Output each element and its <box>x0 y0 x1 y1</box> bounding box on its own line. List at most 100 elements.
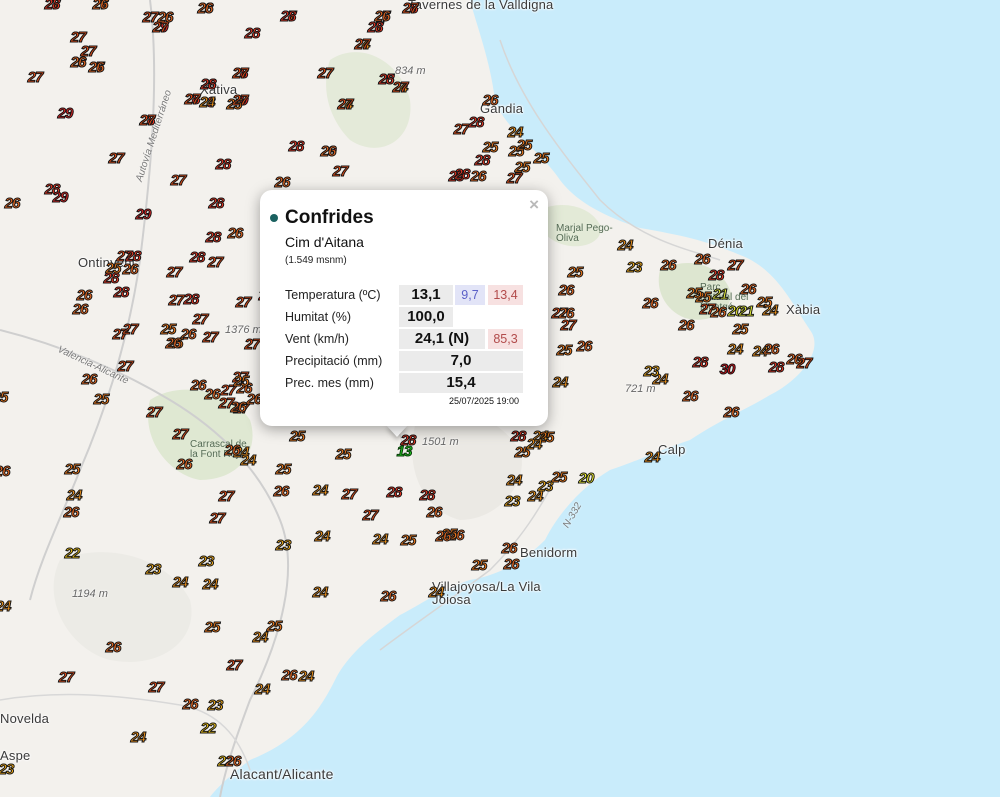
station-temperature-marker[interactable]: 27 <box>349 36 375 54</box>
station-temperature-marker[interactable]: 28 <box>283 138 309 156</box>
selected-station-marker[interactable]: 13 <box>391 443 417 461</box>
station-temperature-marker[interactable]: 25 <box>727 321 753 339</box>
station-temperature-marker[interactable]: 27 <box>147 19 173 37</box>
station-temperature-marker[interactable]: 26 <box>477 92 503 110</box>
station-temperature-marker[interactable]: 27 <box>204 510 230 528</box>
station-temperature-marker[interactable]: 27 <box>22 69 48 87</box>
station-temperature-marker[interactable]: 24 <box>0 598 16 616</box>
station-temperature-marker[interactable]: 27 <box>791 355 817 373</box>
station-temperature-marker[interactable]: 24 <box>423 584 449 602</box>
station-temperature-marker[interactable]: 25 <box>88 391 114 409</box>
station-temperature-marker[interactable]: 26 <box>192 0 218 18</box>
station-temperature-marker[interactable]: 26 <box>268 483 294 501</box>
station-temperature-marker[interactable]: 25 <box>228 373 254 391</box>
station-temperature-marker[interactable]: 25 <box>270 461 296 479</box>
station-temperature-marker[interactable]: 26 <box>219 442 245 460</box>
station-temperature-marker[interactable]: 26 <box>100 639 126 657</box>
station-temperature-marker[interactable]: 25 <box>546 469 572 487</box>
station-temperature-marker[interactable]: 24 <box>61 487 87 505</box>
station-temperature-marker[interactable]: 23 <box>638 363 664 381</box>
station-temperature-marker[interactable]: 24 <box>612 237 638 255</box>
station-temperature-marker[interactable]: 26 <box>58 504 84 522</box>
station-temperature-marker[interactable]: 27 <box>187 311 213 329</box>
station-temperature-marker[interactable]: 26 <box>160 335 186 353</box>
station-temperature-marker[interactable]: 27 <box>357 507 383 525</box>
station-temperature-marker[interactable]: 24 <box>293 668 319 686</box>
station-temperature-marker[interactable]: 26 <box>220 753 246 771</box>
station-temperature-marker[interactable]: 26 <box>0 195 25 213</box>
station-temperature-marker[interactable]: 26 <box>655 257 681 275</box>
station-temperature-marker[interactable]: 26 <box>87 0 113 14</box>
station-temperature-marker[interactable]: 27 <box>117 321 143 339</box>
station-temperature-marker[interactable]: 28 <box>108 284 134 302</box>
station-temperature-marker[interactable]: 24 <box>125 729 151 747</box>
station-temperature-marker[interactable]: 27 <box>722 257 748 275</box>
station-temperature-marker[interactable]: 24 <box>307 584 333 602</box>
station-temperature-marker[interactable]: 24 <box>307 482 333 500</box>
station-temperature-marker[interactable]: 29 <box>47 189 73 207</box>
station-temperature-marker[interactable]: 25 <box>261 618 287 636</box>
station-temperature-marker[interactable]: 26 <box>571 338 597 356</box>
station-temperature-marker[interactable]: 28 <box>203 195 229 213</box>
station-temperature-marker[interactable]: 24 <box>194 94 220 112</box>
station-temperature-marker[interactable]: 20 <box>573 470 599 488</box>
station-temperature-marker[interactable]: 28 <box>362 19 388 37</box>
station-temperature-marker[interactable]: 28 <box>763 359 789 377</box>
station-temperature-marker[interactable]: 23 <box>270 537 296 555</box>
station-temperature-marker[interactable]: 27 <box>227 92 253 110</box>
station-temperature-marker[interactable]: 28 <box>463 114 489 132</box>
station-temperature-marker[interactable]: 24 <box>367 531 393 549</box>
station-temperature-marker[interactable]: 27 <box>227 65 253 83</box>
station-temperature-marker[interactable]: 28 <box>414 487 440 505</box>
station-temperature-marker[interactable]: 24 <box>722 341 748 359</box>
station-temperature-marker[interactable]: 24 <box>639 449 665 467</box>
station-temperature-marker[interactable]: 25 <box>284 428 310 446</box>
station-temperature-marker[interactable]: 27 <box>501 170 527 188</box>
station-temperature-marker[interactable]: 26 <box>498 556 524 574</box>
station-temperature-marker[interactable]: 26 <box>430 528 456 546</box>
station-temperature-marker[interactable]: 28 <box>505 428 531 446</box>
station-temperature-marker[interactable]: 24 <box>249 681 275 699</box>
station-temperature-marker[interactable]: 26 <box>553 282 579 300</box>
station-temperature-marker[interactable]: 27 <box>555 317 581 335</box>
station-temperature-marker[interactable]: 26 <box>171 456 197 474</box>
station-temperature-marker[interactable]: 24 <box>547 374 573 392</box>
station-temperature-marker[interactable]: 25 <box>562 264 588 282</box>
station-temperature-marker[interactable]: 26 <box>673 317 699 335</box>
station-temperature-marker[interactable]: 27 <box>141 404 167 422</box>
station-temperature-marker[interactable]: 28 <box>39 0 65 14</box>
station-temperature-marker[interactable]: 27 <box>103 150 129 168</box>
station-temperature-marker[interactable]: 24 <box>167 574 193 592</box>
station-temperature-marker[interactable]: 25 <box>330 446 356 464</box>
station-temperature-marker[interactable]: 26 <box>0 463 15 481</box>
station-temperature-marker[interactable]: 27 <box>202 254 228 272</box>
station-temperature-marker[interactable]: 26 <box>225 399 251 417</box>
station-temperature-marker[interactable]: 26 <box>65 54 91 72</box>
station-temperature-marker[interactable]: 26 <box>421 504 447 522</box>
station-temperature-marker[interactable]: 27 <box>167 426 193 444</box>
station-temperature-marker[interactable]: 24 <box>501 472 527 490</box>
station-temperature-marker[interactable]: 23 <box>193 553 219 571</box>
station-temperature-marker[interactable]: 26 <box>375 588 401 606</box>
station-temperature-marker[interactable]: 25 <box>0 389 13 407</box>
station-temperature-marker[interactable]: 25 <box>59 461 85 479</box>
station-temperature-marker[interactable]: 25 <box>751 294 777 312</box>
station-temperature-marker[interactable]: 28 <box>210 156 236 174</box>
station-temperature-marker[interactable]: 23 <box>621 259 647 277</box>
close-popup-button[interactable]: × <box>529 195 539 215</box>
station-temperature-marker[interactable]: 22 <box>59 545 85 563</box>
station-temperature-marker[interactable]: 26 <box>76 371 102 389</box>
station-temperature-marker[interactable]: 25 <box>199 619 225 637</box>
station-temperature-marker[interactable]: 27 <box>213 488 239 506</box>
station-temperature-marker[interactable]: 26 <box>637 295 663 313</box>
station-temperature-marker[interactable]: 27 <box>332 96 358 114</box>
station-temperature-marker[interactable]: 26 <box>718 404 744 422</box>
station-temperature-marker[interactable]: 22 <box>195 720 221 738</box>
station-temperature-marker[interactable]: 27 <box>143 679 169 697</box>
station-temperature-marker[interactable]: 28 <box>178 291 204 309</box>
station-temperature-marker[interactable]: 28 <box>381 484 407 502</box>
station-temperature-marker[interactable]: 28 <box>275 8 301 26</box>
station-temperature-marker[interactable]: 27 <box>53 669 79 687</box>
station-temperature-marker[interactable]: 27 <box>387 79 413 97</box>
station-temperature-marker[interactable]: 23 <box>0 761 19 779</box>
